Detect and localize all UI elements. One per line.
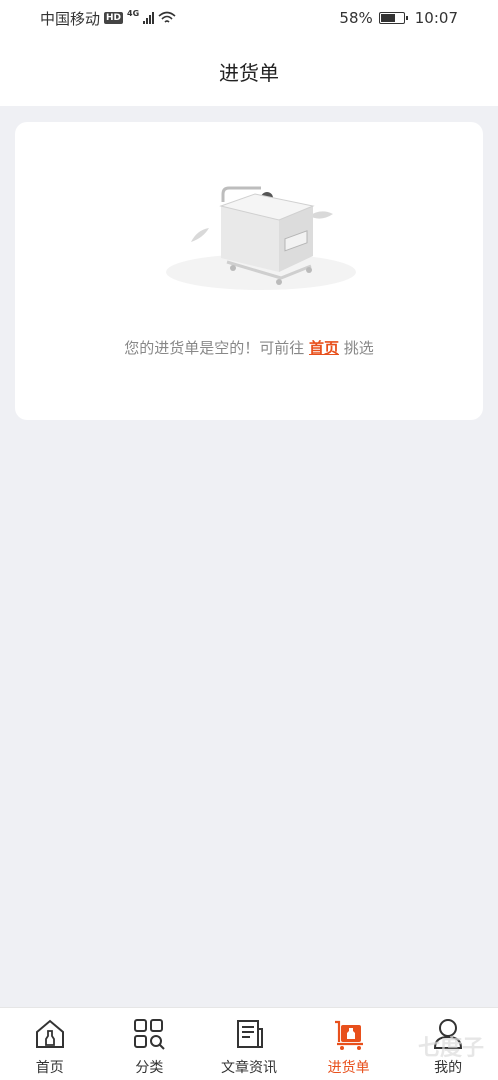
- tab-profile-label: 我的: [434, 1060, 463, 1076]
- home-icon: [35, 1019, 64, 1048]
- empty-cart-card: 您的进货单是空的！可前往 首页 挑选: [15, 122, 483, 420]
- clock: 10:07: [414, 9, 458, 27]
- status-left: 中国移动 HD 4G: [40, 8, 176, 29]
- empty-cart-illustration: [166, 186, 356, 290]
- news-icon: [236, 1020, 263, 1048]
- tab-category[interactable]: 分类: [100, 1008, 200, 1080]
- hd-icon: HD: [104, 12, 124, 24]
- tab-cart-label: 进货单: [327, 1060, 370, 1076]
- empty-message-suffix: 挑选: [339, 339, 374, 357]
- tab-profile[interactable]: 我的: [398, 1008, 498, 1080]
- empty-cart-message: 您的进货单是空的！可前往 首页 挑选: [15, 337, 483, 358]
- tab-home[interactable]: 首页: [0, 1008, 100, 1080]
- carrier-name: 中国移动: [40, 9, 101, 28]
- status-bar: 中国移动 HD 4G 58% 10:07: [0, 0, 498, 36]
- tab-news[interactable]: 文章资讯: [199, 1008, 299, 1080]
- cart-icon: [334, 1020, 363, 1050]
- wifi-icon: [158, 11, 176, 23]
- empty-message-text: 您的进货单是空的！可前往: [124, 339, 309, 357]
- tab-category-label: 分类: [135, 1060, 164, 1076]
- page-title: 进货单: [219, 60, 279, 85]
- go-home-link[interactable]: 首页: [309, 339, 339, 357]
- tab-news-label: 文章资讯: [220, 1060, 277, 1076]
- category-grid-icon: [134, 1019, 166, 1050]
- signal-icon: [143, 12, 155, 24]
- battery-percent: 58%: [339, 9, 373, 27]
- status-right: 58% 10:07: [339, 9, 458, 27]
- page-header: 进货单: [0, 36, 498, 106]
- tab-cart[interactable]: 进货单: [299, 1008, 399, 1080]
- network-type: 4G: [127, 8, 140, 18]
- tab-home-label: 首页: [35, 1060, 64, 1076]
- user-icon: [434, 1019, 463, 1049]
- battery-icon: [378, 12, 408, 24]
- bottom-tab-bar: 首页 分类 文章资讯 进货单 我的: [0, 1007, 498, 1080]
